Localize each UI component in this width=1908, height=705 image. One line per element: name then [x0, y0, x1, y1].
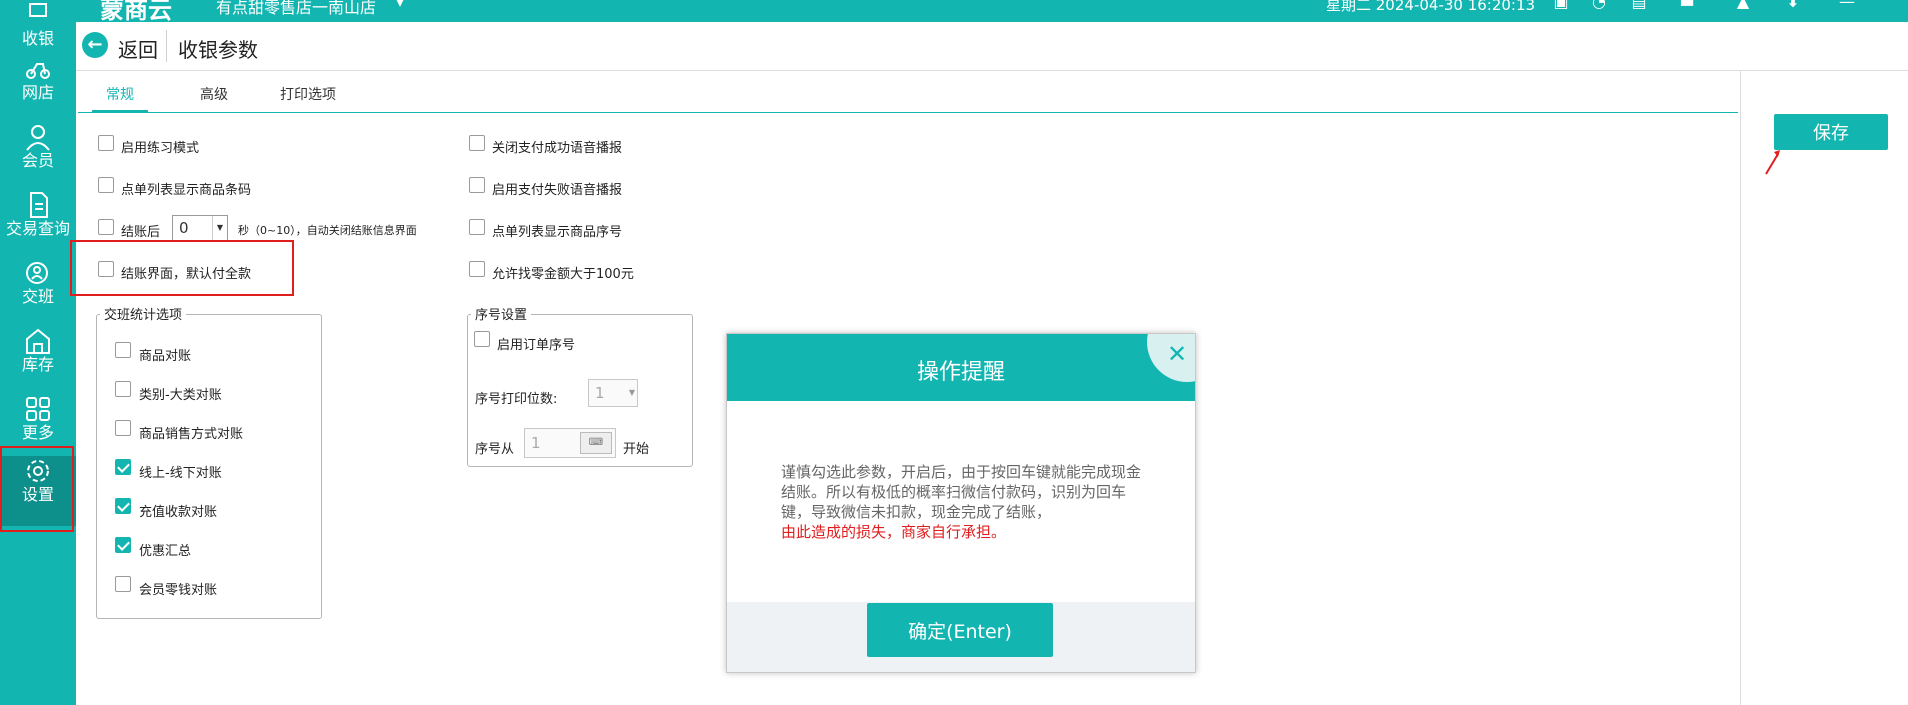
sidebar-item-online-store[interactable]: 网店 — [0, 54, 76, 120]
save-button[interactable]: 保存 — [1774, 114, 1888, 150]
shift-option-checkbox[interactable] — [115, 576, 131, 592]
shift-option-label: 商品对账 — [139, 349, 192, 364]
auto-close-label: 结账后 — [121, 225, 161, 240]
dialog-header: ✕ 操作提醒 — [727, 334, 1195, 401]
sidebar-item-label: 收银 — [21, 29, 54, 48]
message-icon[interactable]: ▬ — [1678, 0, 1696, 11]
shift-option-checkbox[interactable] — [115, 537, 131, 553]
sidebar-item-label: 会员 — [21, 151, 54, 170]
close-pay-success-voice-checkbox[interactable] — [469, 135, 485, 151]
grid-icon — [26, 397, 50, 421]
handover-icon — [26, 262, 48, 284]
shift-option-checkbox[interactable] — [115, 381, 131, 397]
close-pay-success-voice-label: 关闭支付成功语音播报 — [492, 141, 623, 156]
shift-option-label: 线上-线下对账 — [139, 466, 222, 481]
header-divider — [166, 30, 167, 62]
screen-icon[interactable]: ▣ — [1552, 0, 1570, 11]
chevron-down-icon[interactable]: ▾ — [396, 0, 404, 11]
tab-general[interactable]: 常规 — [92, 84, 148, 113]
pay-fail-voice-checkbox[interactable] — [469, 177, 485, 193]
store-selector[interactable]: 有点甜零售店一南山店 — [216, 0, 376, 18]
shift-option-label: 商品销售方式对账 — [139, 427, 244, 442]
show-barcode-checkbox[interactable] — [98, 177, 114, 193]
auto-close-suffix: 秒（0~10），自动关闭结账信息界面 — [238, 224, 417, 237]
sidebar-item-label: 库存 — [21, 355, 54, 374]
serial-digits-value: 1 — [595, 384, 605, 402]
serial-digits-select[interactable]: 1 ▼ — [588, 379, 638, 407]
datetime: 星期二 2024-04-30 16:20:13 — [1326, 0, 1536, 14]
tab-advanced[interactable]: 高级 — [200, 84, 228, 110]
serial-start-label: 开始 — [623, 442, 650, 457]
allow-large-change-checkbox[interactable] — [469, 261, 485, 277]
wifi-icon[interactable]: ◔ — [1590, 0, 1608, 11]
shift-option-checkbox[interactable] — [115, 459, 131, 475]
sidebar-item-transactions[interactable]: 交易查询 — [0, 190, 76, 256]
chevron-down-icon[interactable]: ▼ — [212, 216, 227, 240]
operation-reminder-dialog: ✕ 操作提醒 谨慎勾选此参数，开启后，由于按回车键就能完成现金结账。所以有极低的… — [726, 333, 1196, 673]
warehouse-icon — [26, 328, 50, 354]
sidebar-item-label: 交班 — [21, 287, 54, 306]
keyboard-icon[interactable]: ⌨ — [580, 432, 612, 454]
practice-mode-label: 启用练习模式 — [121, 141, 200, 156]
back-button[interactable]: 返回 — [118, 34, 158, 63]
dialog-title: 操作提醒 — [916, 360, 1005, 385]
shift-option-label: 充值收款对账 — [139, 505, 218, 520]
sidebar-item-label: 更多 — [21, 423, 54, 442]
sidebar-item-label: 网店 — [21, 83, 54, 102]
chevron-down-icon[interactable]: ▼ — [629, 380, 635, 406]
serial-digits-label: 序号打印位数: — [475, 392, 558, 407]
minimize-icon[interactable]: — — [1838, 0, 1856, 11]
shirt-icon[interactable]: ▲ — [1734, 0, 1752, 11]
shift-option-label: 优惠汇总 — [139, 544, 192, 559]
panel-divider — [1740, 70, 1741, 705]
shift-option-checkbox[interactable] — [115, 342, 131, 358]
serial-from-value: 1 — [531, 434, 541, 452]
shift-option-label: 会员零钱对账 — [139, 583, 218, 598]
document-icon — [30, 192, 48, 218]
pay-fail-voice-label: 启用支付失败语音播报 — [492, 183, 623, 198]
shift-option-label: 类别-大类对账 — [139, 388, 222, 403]
printer-icon[interactable]: ▤ — [1630, 0, 1648, 11]
user-icon — [26, 125, 50, 151]
auto-close-seconds-value: 0 — [179, 219, 189, 237]
dialog-message: 谨慎勾选此参数，开启后，由于按回车键就能完成现金结账。所以有极低的概率扫微信付款… — [781, 462, 1151, 542]
download-icon[interactable]: ⬇ — [1784, 0, 1802, 11]
serial-from-input[interactable]: 1 ⌨ — [524, 428, 616, 458]
shift-option-checkbox[interactable] — [115, 498, 131, 514]
serial-from-label: 序号从 — [475, 442, 515, 457]
show-serial-checkbox[interactable] — [469, 219, 485, 235]
sidebar-item-inventory[interactable]: 库存 — [0, 326, 76, 392]
settings-highlight-outline — [0, 446, 74, 532]
dialog-body-text: 谨慎勾选此参数，开启后，由于按回车键就能完成现金结账。所以有极低的概率扫微信付款… — [781, 463, 1142, 521]
shift-option-checkbox[interactable] — [115, 420, 131, 436]
tab-print-options[interactable]: 打印选项 — [280, 84, 336, 110]
sidebar-item-member[interactable]: 会员 — [0, 122, 76, 188]
show-serial-label: 点单列表显示商品序号 — [492, 225, 623, 240]
enable-order-serial-checkbox[interactable] — [474, 331, 490, 347]
confirm-button[interactable]: 确定(Enter) — [867, 603, 1053, 657]
sidebar-item-handover[interactable]: 交班 — [0, 258, 76, 324]
allow-large-change-label: 允许找零金额大于100元 — [492, 267, 634, 282]
shift-statistics-title: 交班统计选项 — [100, 304, 187, 323]
cashier-icon — [29, 3, 47, 17]
dialog-warning-text: 由此造成的损失，商家自行承担。 — [781, 523, 1007, 541]
tab-bar: 常规 高级 打印选项 — [78, 78, 1738, 113]
show-barcode-label: 点单列表显示商品条码 — [121, 183, 252, 198]
back-arrow-icon[interactable]: ← — [82, 32, 108, 58]
auto-close-checkbox[interactable] — [98, 219, 114, 235]
top-bar: 蒙商云 有点甜零售店一南山店 ▾ 星期二 2024-04-30 16:20:13… — [0, 0, 1908, 24]
auto-close-seconds-select[interactable]: 0 ▼ — [172, 215, 228, 241]
sidebar: 收银 网店 会员 交易查询 交班 库存 更多 设置 — [0, 0, 76, 705]
annotation-arrow — [1765, 150, 1780, 175]
sidebar-item-label: 交易查询 — [5, 219, 70, 238]
practice-mode-checkbox[interactable] — [98, 135, 114, 151]
page-title: 收银参数 — [178, 38, 258, 62]
scooter-icon — [26, 63, 50, 79]
page-header: ← 返回 收银参数 — [76, 22, 1908, 71]
serial-settings-title: 序号设置 — [471, 304, 532, 323]
annotation-highlight-box — [70, 240, 294, 296]
enable-order-serial-label: 启用订单序号 — [497, 338, 576, 353]
